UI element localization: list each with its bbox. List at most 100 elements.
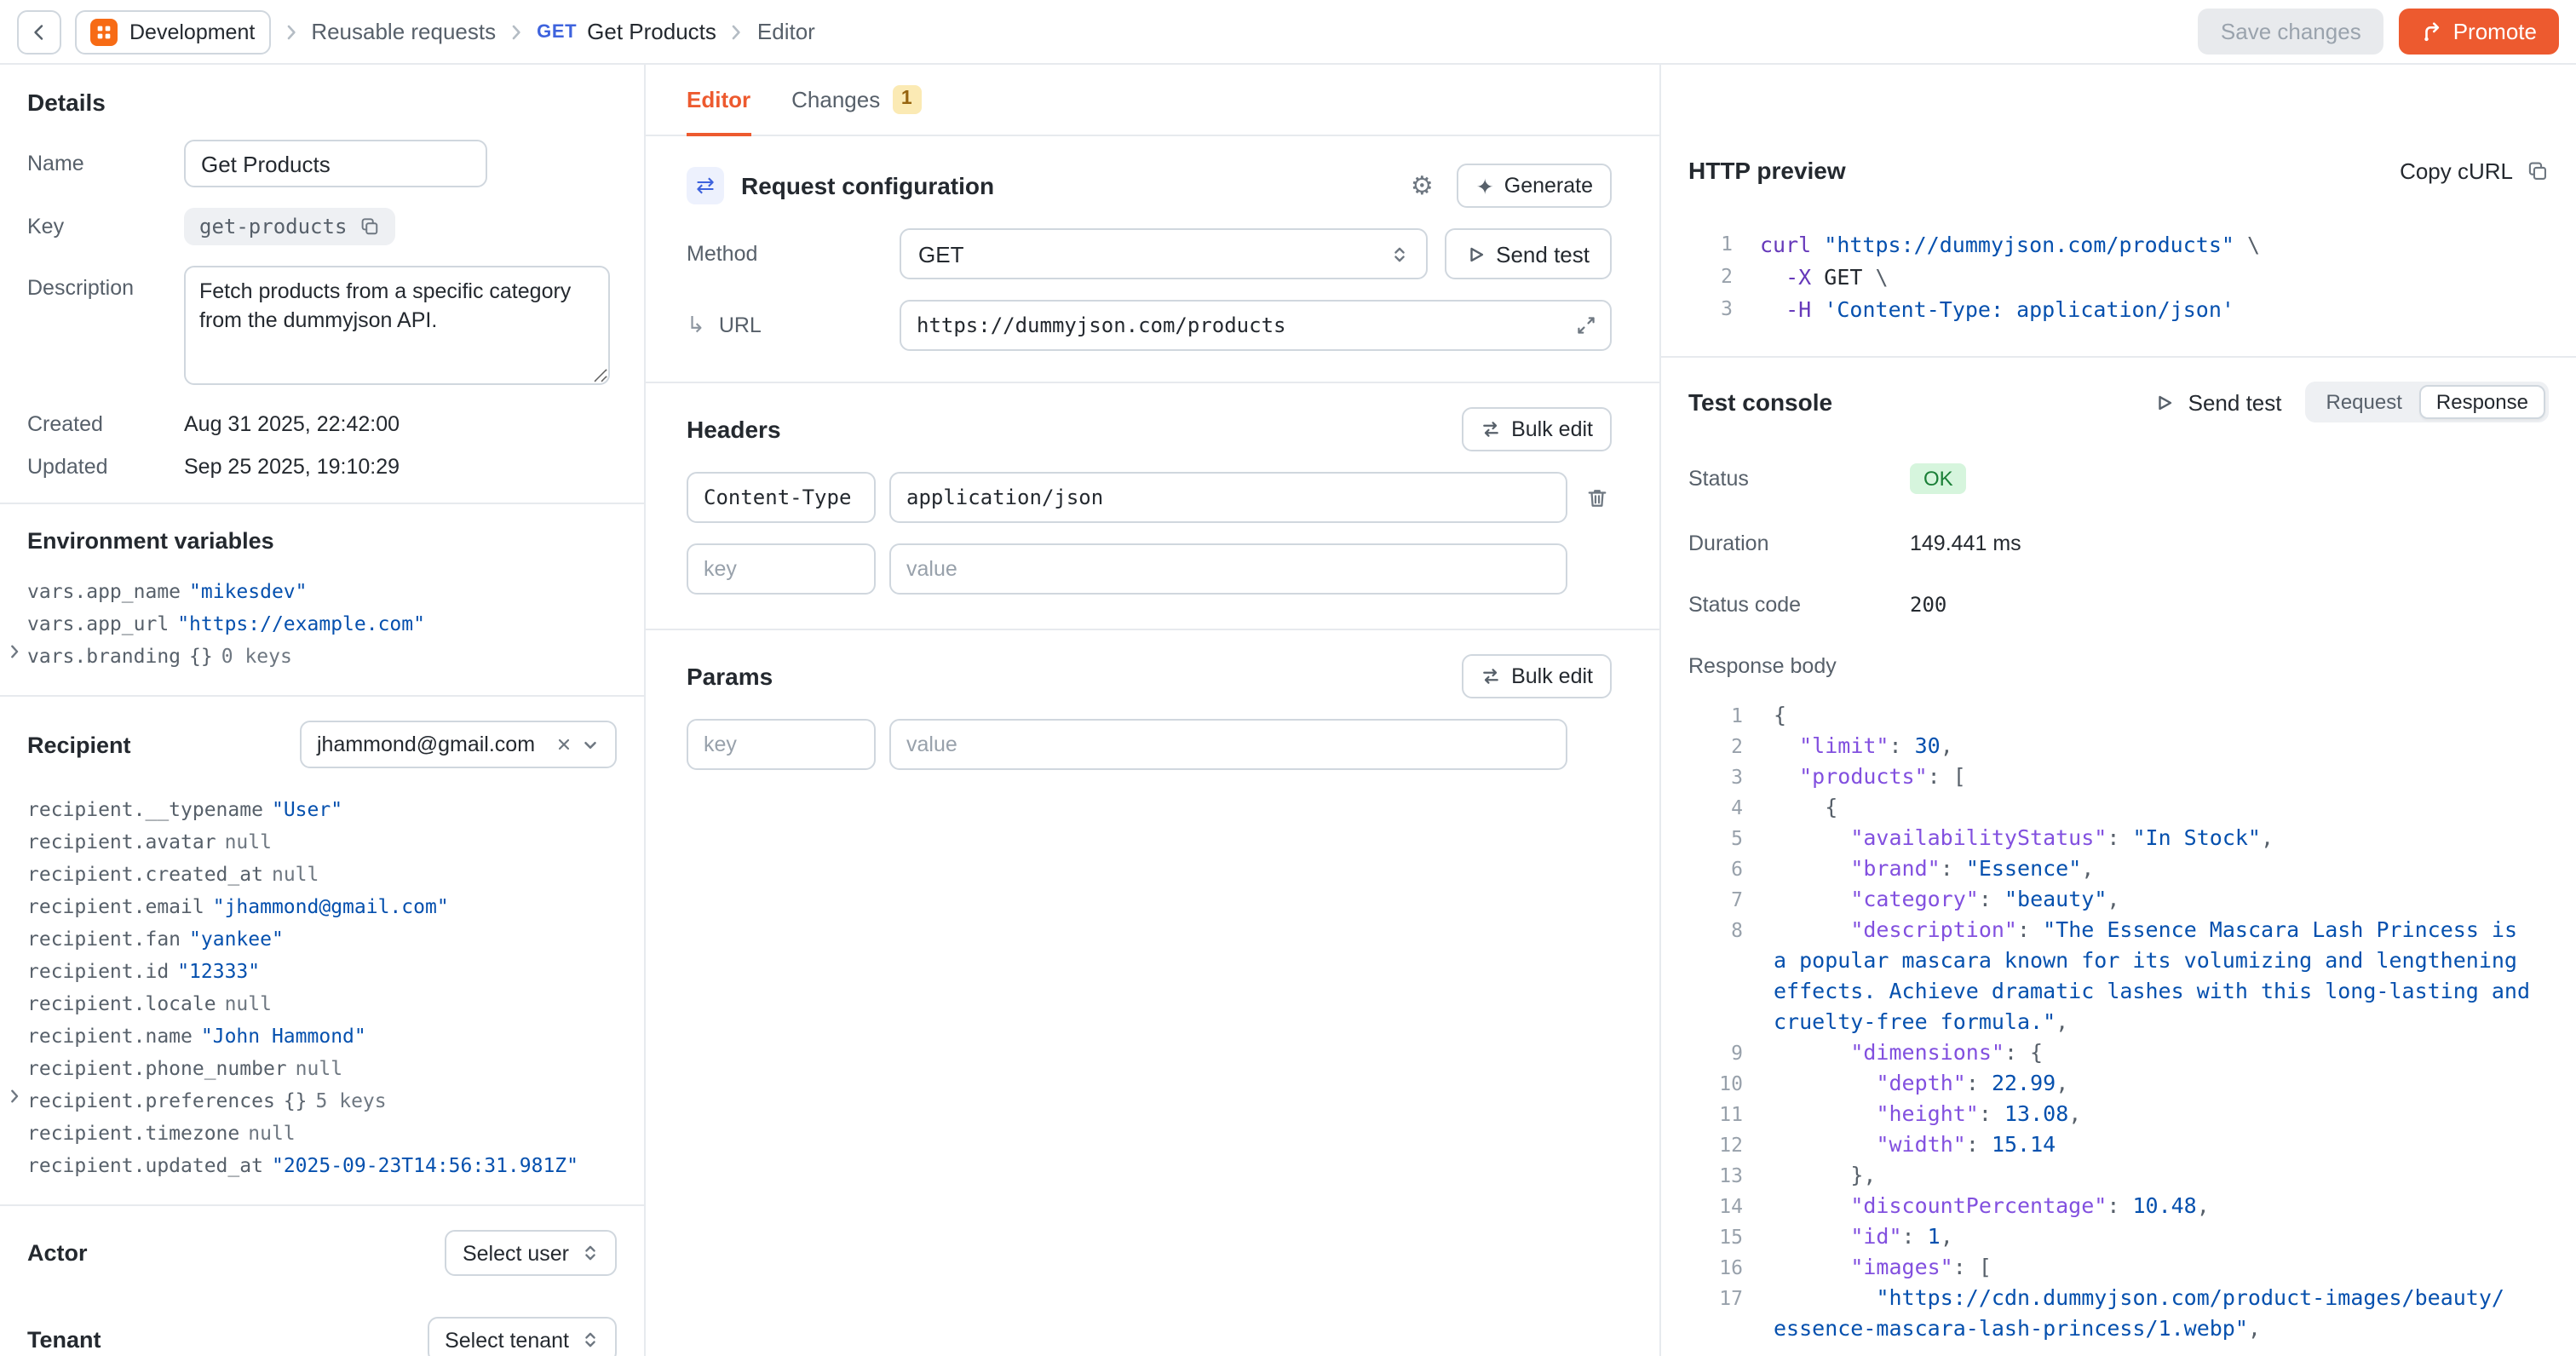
code-line: 1curl "https://dummyjson.com/products" \ [1688,228,2549,261]
actor-select[interactable]: Select user [446,1230,617,1276]
variable-key: vars.app_url [27,611,169,635]
recipient-attribute-row: recipient.phone_number null [27,1051,617,1083]
tenant-title: Tenant [27,1327,101,1353]
copy-key-button[interactable] [359,216,379,237]
topbar-actions: Save changes Promote [2199,9,2559,55]
generate-button[interactable]: ✦ Generate [1458,164,1612,208]
attribute-key: recipient.locale [27,991,216,1014]
attribute-value: {} [284,1088,308,1112]
response-tab[interactable]: Response [2419,385,2545,419]
recipient-attribute-row: recipient.updated_at "2025-09-23T14:56:3… [27,1148,617,1181]
send-test-button[interactable]: Send test [1445,228,1612,279]
breadcrumb-environment[interactable]: Development [75,9,270,54]
chevron-up-down-icon [581,1330,600,1349]
recipient-selected-value: jhammond@gmail.com [317,733,535,756]
expand-icon [1576,315,1596,336]
created-label: Created [27,412,184,436]
header-row [687,472,1612,523]
request-tab[interactable]: Request [2309,385,2419,419]
tenant-select[interactable]: Select tenant [428,1317,617,1356]
status-code-label: Status code [1688,593,1910,617]
copy-icon [2527,159,2549,181]
tab-editor[interactable]: Editor [687,65,750,136]
attribute-value: null [296,1055,342,1079]
code-line: 13 }, [1688,1160,2549,1191]
status-code-row: Status code 200 [1688,593,2549,617]
gear-icon: ⚙ [1411,173,1434,198]
promote-icon [2421,20,2443,43]
expand-url-button[interactable] [1573,312,1600,339]
changes-count-badge: 1 [892,84,921,113]
code-line: 7 "category": "beauty", [1688,884,2549,915]
console-send-test-button[interactable]: Send test [2156,389,2282,415]
attribute-key: recipient.timezone [27,1120,239,1144]
copy-curl-button[interactable]: Copy cURL [2400,158,2549,183]
url-row: ↳ URL [687,300,1612,351]
recipient-attribute-row: recipient.created_at null [27,857,617,889]
duration-label: Duration [1688,531,1910,555]
created-row: Created Aug 31 2025, 22:42:00 [27,412,617,436]
name-label: Name [27,152,184,175]
variable-key: vars.app_name [27,578,181,602]
expand-chevron-icon[interactable] [7,1089,22,1104]
settings-button[interactable]: ⚙ [1407,170,1437,202]
updated-value: Sep 25 2025, 19:10:29 [184,455,400,479]
environment-name: Development [129,20,255,43]
expand-chevron-icon[interactable] [7,644,22,659]
name-input[interactable] [184,140,487,187]
tab-changes[interactable]: Changes 1 [791,65,921,136]
chevron-right-icon [508,23,525,40]
header-value-input[interactable] [889,472,1567,523]
attribute-key: recipient.phone_number [27,1055,287,1079]
code-line: 2 "limit": 30, [1688,731,2549,761]
save-changes-button[interactable]: Save changes [2199,9,2383,55]
params-section: Params Bulk edit [646,629,1659,804]
params-bulk-edit-button[interactable]: Bulk edit [1462,654,1612,698]
header-key-input[interactable] [687,543,876,595]
attribute-key: recipient.avatar [27,829,216,853]
attribute-value: null [272,861,319,885]
details-sidebar: Details Name Key get-products Descripti [0,65,646,1356]
editor-panel: Editor Changes 1 ⇄ Request configuration… [646,65,1661,1356]
headers-bulk-edit-button[interactable]: Bulk edit [1462,407,1612,451]
header-value-input[interactable] [889,543,1567,595]
delete-header-button[interactable] [1582,483,1611,512]
bulk-edit-icon [1481,666,1501,687]
request-configuration-title: Request configuration [741,172,994,199]
variable-suffix: 0 keys [221,643,292,667]
code-line: 5 "availabilityStatus": "In Stock", [1688,823,2549,853]
clear-icon[interactable] [555,736,572,753]
header-key-input[interactable] [687,472,876,523]
actor-header: Actor Select user [27,1230,617,1276]
attribute-key: recipient.id [27,958,169,982]
promote-button[interactable]: Promote [2399,9,2559,55]
method-select[interactable]: GET [900,228,1428,279]
header-row-empty [687,543,1612,595]
created-value: Aug 31 2025, 22:42:00 [184,412,400,436]
recipient-select[interactable]: jhammond@gmail.com [300,721,617,768]
actor-section: Actor Select user Tenant Select tenant [0,1204,644,1356]
details-section: Details Name Key get-products Descripti [0,65,644,503]
code-line: 3 -H 'Content-Type: application/json' [1688,293,2549,325]
back-button[interactable] [17,9,61,54]
top-bar: Development Reusable requests GET Get Pr… [0,0,2576,65]
url-input[interactable] [900,300,1612,351]
code-line: 2 -X GET \ [1688,261,2549,293]
code-line: 12 "width": 15.14 [1688,1129,2549,1160]
param-key-input[interactable] [687,719,876,770]
recipient-attribute-row: recipient.locale null [27,986,617,1019]
chevron-right-icon [728,23,745,40]
breadcrumb-section[interactable]: Reusable requests [311,19,496,44]
breadcrumb-request[interactable]: GET Get Products [537,19,716,44]
attribute-key: recipient.name [27,1023,193,1047]
attribute-value: null [225,829,272,853]
param-value-input[interactable] [889,719,1567,770]
chevron-left-icon [29,21,49,42]
curl-code-block: 1curl "https://dummyjson.com/products" \… [1688,228,2549,325]
recipient-attribute-row: recipient.id "12333" [27,954,617,986]
request-name: Get Products [587,19,716,44]
description-textarea[interactable]: Fetch products from a specific category … [184,266,610,385]
attribute-value: null [248,1120,295,1144]
trash-icon [1585,486,1607,508]
key-row: Key get-products [27,208,617,245]
